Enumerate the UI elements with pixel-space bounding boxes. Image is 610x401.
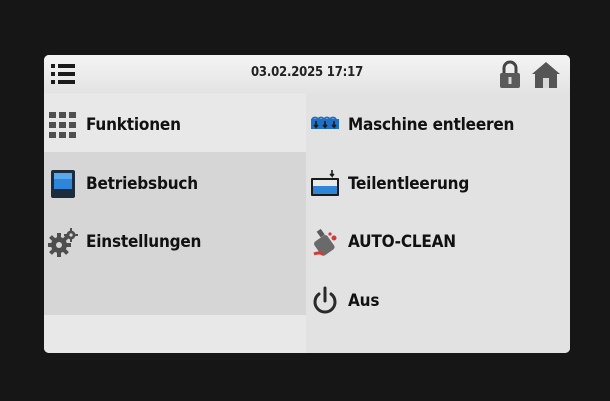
date-time: 03.02.2025 17:17 — [250, 65, 364, 80]
drain-machine-icon — [310, 110, 340, 140]
menu-item-teilentleerung[interactable]: Teilentleerung — [310, 164, 469, 204]
partial-drain-icon — [310, 169, 340, 199]
auto-clean-icon — [310, 227, 340, 257]
menu-item-aus[interactable]: Aus — [310, 281, 379, 321]
menu-item-maschine-entleeren[interactable]: Maschine entleeren — [310, 105, 514, 145]
gear-icon — [48, 227, 78, 257]
menu-item-label: Maschine entleeren — [348, 115, 515, 135]
power-icon — [310, 286, 340, 316]
home-icon[interactable] — [530, 59, 562, 89]
menu-item-auto-clean[interactable]: AUTO-CLEAN — [310, 222, 456, 262]
menu-item-einstellungen[interactable]: Einstellungen — [48, 222, 201, 262]
menu-item-label: Betriebsbuch — [86, 174, 198, 194]
grid-icon — [48, 110, 78, 140]
menu-item-label: Einstellungen — [86, 232, 202, 252]
top-bar: 03.02.2025 17:17 — [44, 55, 570, 94]
menu-item-label: Funktionen — [86, 115, 181, 135]
logbook-icon — [48, 169, 78, 199]
menu-item-betriebsbuch[interactable]: Betriebsbuch — [48, 164, 198, 204]
menu-item-label: Teilentleerung — [348, 174, 470, 194]
menu-item-funktionen[interactable]: Funktionen — [48, 105, 181, 145]
hmi-screen: 03.02.2025 17:17 Funktionen Betriebsbuch… — [44, 55, 570, 353]
lock-icon[interactable] — [496, 59, 524, 89]
menu-item-label: Aus — [348, 291, 380, 311]
menu-item-label: AUTO-CLEAN — [348, 232, 456, 252]
